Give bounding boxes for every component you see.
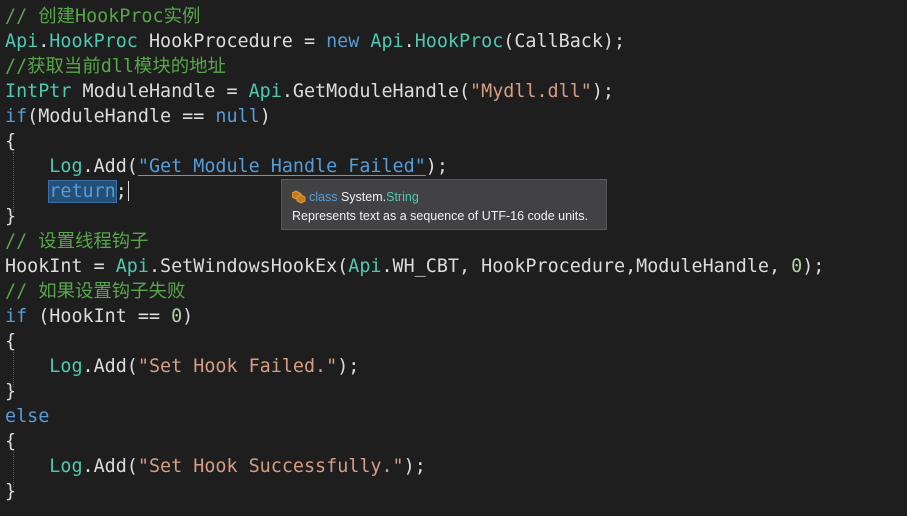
code-text-token: . [403, 31, 415, 52]
code-string-token[interactable]: "Get Module Handle Failed" [138, 156, 426, 177]
code-text-token: .Add( [82, 156, 138, 177]
code-text-token: (ModuleHandle == [27, 106, 216, 127]
tooltip-signature: class System.String [291, 189, 419, 205]
code-string-token: "Set Hook Failed." [137, 356, 338, 377]
code-line[interactable]: { [5, 129, 16, 154]
code-type-token: IntPtr [5, 81, 72, 102]
code-text-token: .SetWindowsHookEx( [148, 256, 349, 277]
code-line[interactable]: if (HookInt == 0) [5, 304, 193, 329]
class-icon [291, 190, 306, 204]
code-keyword-token: if [5, 306, 28, 327]
code-type-token: Api [5, 31, 39, 52]
code-line[interactable]: Log.Add("Get Module Handle Failed"); [5, 154, 448, 179]
code-editor[interactable]: // 创建HookProc实例 Api.HookProc HookProcedu… [0, 0, 907, 516]
code-keyword-token: if [5, 106, 28, 127]
tooltip-description: Represents text as a sequence of UTF-16 … [292, 209, 588, 223]
code-text-token: ) [182, 306, 194, 327]
code-text-token: HookProcedure = [137, 31, 327, 52]
code-text-token: (HookInt == [27, 306, 172, 327]
code-line[interactable]: return; [5, 179, 129, 204]
code-text-token: (CallBack); [503, 31, 626, 52]
code-line[interactable]: else [5, 404, 49, 429]
code-keyword-token: else [5, 406, 50, 427]
code-comment: //获取当前dll模块的地址 [5, 56, 226, 77]
code-brace: { [5, 431, 17, 452]
code-type-token: Api [115, 256, 149, 277]
code-line[interactable]: Log.Add("Set Hook Successfully."); [5, 454, 426, 479]
code-type-token: Api [248, 81, 282, 102]
code-number-token: 0 [791, 256, 803, 277]
code-line[interactable]: Log.Add("Set Hook Failed."); [5, 354, 359, 379]
code-string-token: "Set Hook Successfully." [137, 456, 404, 477]
code-number-token: 0 [171, 306, 183, 327]
code-text-token: . [38, 31, 50, 52]
code-line[interactable]: if(ModuleHandle == null) [5, 104, 271, 129]
code-line[interactable]: } [5, 479, 16, 504]
code-keyword-token: null [215, 106, 260, 127]
code-type-token: Log [49, 156, 83, 177]
code-text-token: ); [591, 81, 614, 102]
code-keyword-token: new [326, 31, 360, 52]
code-string-token: "Mydll.dll" [470, 81, 592, 102]
code-line[interactable]: { [5, 429, 16, 454]
code-line[interactable]: // 如果设置钩子失败 [5, 279, 185, 304]
code-comment: // 设置线程钩子 [5, 231, 149, 252]
code-text-token: ); [337, 356, 360, 377]
code-line[interactable]: // 创建HookProc实例 [5, 4, 200, 29]
code-comment: // 如果设置钩子失败 [5, 281, 186, 302]
code-text-token: ); [403, 456, 426, 477]
code-text-token: ; [115, 181, 127, 202]
selected-keyword-token[interactable]: return [48, 180, 117, 203]
code-line[interactable]: //获取当前dll模块的地址 [5, 54, 226, 79]
code-type-token: Log [49, 456, 83, 477]
code-text-token: .WH_CBT, HookProcedure,ModuleHandle, [381, 256, 792, 277]
quick-info-tooltip: class System.String Represents text as a… [281, 179, 607, 230]
code-brace: } [5, 381, 17, 402]
code-brace: { [5, 331, 17, 352]
code-text-token: ) [259, 106, 271, 127]
code-comment: // 创建HookProc实例 [5, 6, 201, 27]
code-line[interactable]: { [5, 329, 16, 354]
tooltip-type-name: String [386, 190, 419, 204]
code-line[interactable]: } [5, 379, 16, 404]
code-text-token: HookInt = [5, 256, 116, 277]
code-text-token: ModuleHandle = [71, 81, 249, 102]
tooltip-keyword: class [309, 190, 338, 204]
code-text-token: ); [425, 156, 448, 177]
code-brace: { [5, 131, 17, 152]
text-caret [127, 181, 129, 201]
code-brace: } [5, 206, 17, 227]
code-line[interactable]: // 设置线程钩子 [5, 229, 149, 254]
tooltip-namespace: System. [340, 190, 387, 204]
code-line[interactable]: IntPtr ModuleHandle = Api.GetModuleHandl… [5, 79, 614, 104]
code-text-token: .Add( [82, 356, 138, 377]
code-text-token: ); [802, 256, 825, 277]
code-line[interactable]: HookInt = Api.SetWindowsHookEx(Api.WH_CB… [5, 254, 824, 279]
code-type-token: HookProc [49, 31, 138, 52]
code-line[interactable]: } [5, 204, 16, 229]
code-text-token: .GetModuleHandle( [281, 81, 471, 102]
code-type-token: Log [49, 356, 83, 377]
code-text-token: .Add( [82, 456, 138, 477]
code-type-token: Api [348, 256, 382, 277]
code-line[interactable]: Api.HookProc HookProcedure = new Api.Hoo… [5, 29, 625, 54]
code-type-token: HookProc [414, 31, 504, 52]
code-type-token: Api [370, 31, 404, 52]
code-brace: } [5, 481, 17, 502]
